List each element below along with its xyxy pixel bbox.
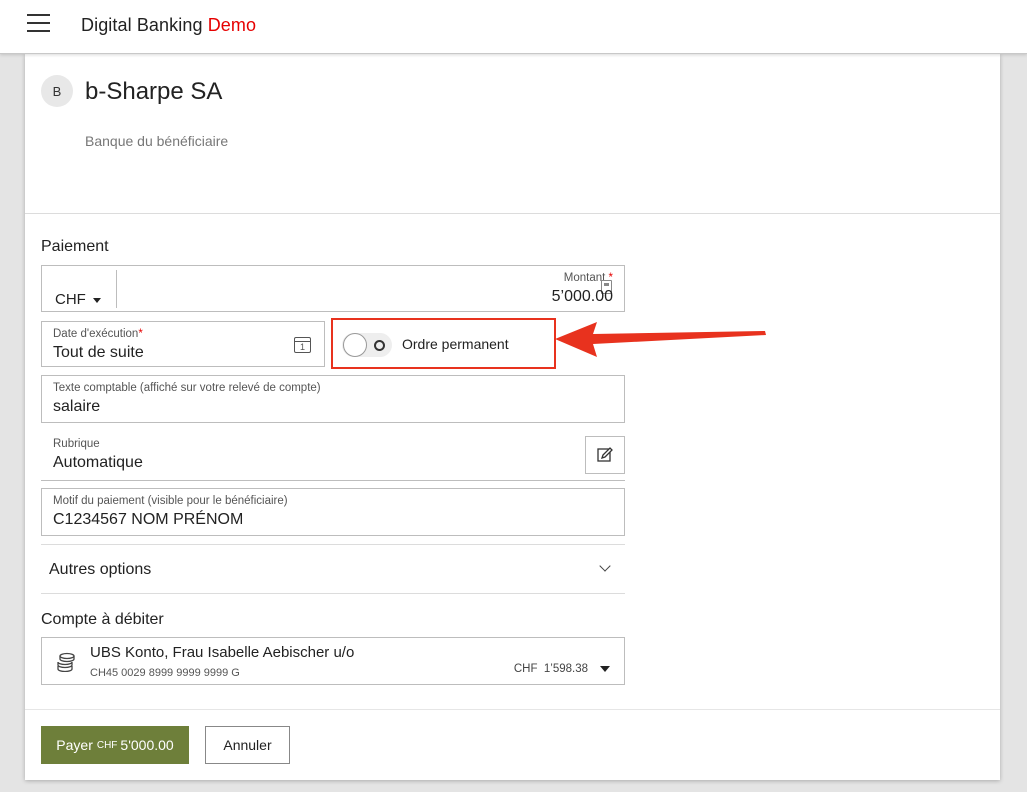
standing-order-label: Ordre permanent	[402, 336, 509, 352]
payment-section-title: Paiement	[41, 238, 109, 255]
booking-text-label: Texte comptable (affiché sur votre relev…	[53, 382, 321, 394]
payment-reason-input[interactable]: C1234567 NOM PRÉNOM	[53, 511, 243, 529]
other-options-label: Autres options	[49, 561, 152, 578]
edit-icon	[597, 447, 613, 462]
annotation-highlight-box: Ordre permanent	[331, 318, 556, 369]
account-name: UBS Konto, Frau Isabelle Aebischer u/o	[90, 644, 355, 661]
toggle-knob	[343, 333, 367, 357]
menu-icon[interactable]	[27, 14, 51, 34]
required-marker: *	[138, 328, 143, 340]
amount-label-text: Montant	[563, 272, 606, 284]
execution-date-label-text: Date d'exécution	[53, 328, 139, 340]
divider	[116, 270, 117, 308]
standing-order-toggle[interactable]	[342, 333, 392, 357]
account-balance-value: 1’598.38	[543, 663, 588, 675]
booking-text-input[interactable]: salaire	[53, 398, 100, 416]
top-bar: Digital Banking Demo	[0, 0, 1027, 54]
booking-text-field[interactable]: Texte comptable (affiché sur votre relev…	[41, 375, 625, 423]
payment-reason-label: Motif du paiement (visible pour le bénéf…	[53, 495, 288, 507]
caret-down-icon	[600, 666, 610, 672]
beneficiary-name: b-Sharpe SA	[85, 78, 223, 105]
execution-date-field[interactable]: Date d'exécution* Tout de suite	[41, 321, 325, 367]
divider	[25, 213, 1000, 214]
toggle-off-icon	[374, 340, 385, 351]
app-title-main: Digital Banking	[81, 15, 203, 35]
category-field: Rubrique Automatique	[41, 430, 625, 481]
account-iban: CH45 0029 8999 9999 9999 G	[90, 667, 240, 679]
category-label: Rubrique	[53, 438, 100, 450]
currency-select[interactable]: CHF	[55, 291, 101, 308]
app-title: Digital Banking Demo	[81, 15, 256, 36]
divider	[25, 709, 1000, 710]
currency-value: CHF	[55, 291, 86, 308]
account-currency: CHF	[513, 663, 538, 675]
other-options-toggle[interactable]: Autres options	[41, 544, 625, 594]
debit-account-select[interactable]: UBS Konto, Frau Isabelle Aebischer u/o C…	[41, 637, 625, 685]
pay-button-amount: 5'000.00	[120, 737, 174, 753]
app-title-accent: Demo	[207, 15, 257, 35]
cancel-button[interactable]: Annuler	[205, 726, 290, 764]
pay-button-currency: CHF	[96, 739, 118, 751]
chevron-down-icon	[599, 560, 611, 572]
pay-button[interactable]: Payer CHF 5'000.00	[41, 726, 189, 764]
edit-category-button[interactable]	[585, 436, 625, 474]
coins-icon	[57, 652, 75, 672]
caret-down-icon	[92, 297, 101, 303]
amount-input[interactable]: 5’000.00	[552, 288, 613, 306]
category-value: Automatique	[53, 454, 143, 471]
account-balance: CHF 1’598.38	[514, 663, 588, 675]
calendar-icon[interactable]	[294, 337, 311, 353]
execution-date-label: Date d'exécution*	[53, 328, 143, 340]
beneficiary-bank-label: Banque du bénéficiaire	[85, 133, 229, 149]
pay-button-label: Payer	[56, 737, 93, 753]
payment-card: B b-Sharpe SA Banque du bénéficiaire Pai…	[25, 54, 1000, 780]
execution-date-value: Tout de suite	[53, 344, 144, 361]
annotation-arrow-icon	[555, 322, 766, 357]
avatar: B	[41, 75, 73, 107]
payment-reason-field[interactable]: Motif du paiement (visible pour le bénéf…	[41, 488, 625, 536]
debit-account-section-title: Compte à débiter	[41, 611, 164, 628]
amount-field: CHF Montant * 5’000.00	[41, 265, 625, 312]
